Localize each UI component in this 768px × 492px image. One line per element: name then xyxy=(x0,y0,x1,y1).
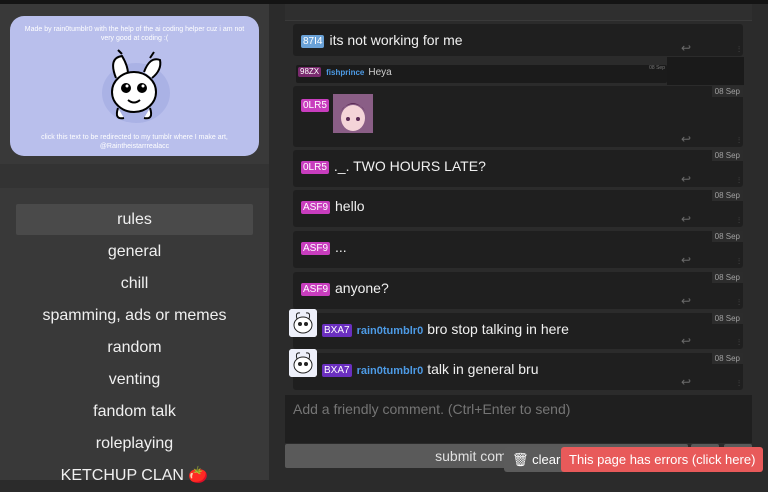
user-tag: 0LR5 xyxy=(301,99,329,112)
sidebar: Made by rain0tumblr0 with the help of th… xyxy=(0,4,269,484)
channel-roleplaying[interactable]: roleplaying xyxy=(16,428,253,459)
avatar[interactable] xyxy=(289,309,317,337)
timestamp: 08 Sep xyxy=(711,150,743,161)
user-tag: ASF9 xyxy=(301,201,331,214)
user-tag: BXA7 xyxy=(322,364,352,377)
reply-icon[interactable]: ↩ xyxy=(681,172,691,186)
banner-credit-text: Made by rain0tumblr0 with the help of th… xyxy=(24,26,245,42)
message: BXA7 rain0tumblr0 talk in general bru 08 S… xyxy=(293,353,743,390)
avatar[interactable] xyxy=(289,349,317,377)
message-text: its not working for me xyxy=(329,32,463,48)
message: BXA7 rain0tumblr0 bro stop talking in here… xyxy=(293,313,743,349)
attached-image[interactable] xyxy=(333,94,373,133)
quoted-message: 98ZX fishprince Heya 08 Sep xyxy=(296,65,667,83)
message: ASF9... 08 Sep ↩ ⫶ xyxy=(293,231,743,268)
message: 0LR5 08 Sep ↩ ⫶ xyxy=(293,86,743,147)
anime-avatar-icon xyxy=(333,94,373,133)
reply-icon[interactable]: ↩ xyxy=(681,375,691,389)
mascot-icon xyxy=(102,49,170,123)
timestamp: 08 Sep xyxy=(711,353,743,364)
channel-list: rules general chill spamming, ads or mem… xyxy=(16,204,253,492)
quote-gap xyxy=(667,57,744,85)
reply-icon[interactable]: ↩ xyxy=(681,212,691,226)
message: ASF9 hello 08 Sep ↩ ⫶ xyxy=(293,190,743,227)
user-tag: 0LR5 xyxy=(301,161,329,174)
channel-rules[interactable]: rules xyxy=(16,204,253,235)
message-text: bro stop talking in here xyxy=(427,321,569,337)
timestamp: 08 Sep xyxy=(711,272,743,283)
username-link[interactable]: rain0tumblr0 xyxy=(357,365,424,377)
reply-icon[interactable]: ↩ xyxy=(681,294,691,308)
more-icon[interactable]: ⫶ xyxy=(738,136,740,146)
page-errors-button[interactable]: This page has errors (click here) xyxy=(561,447,764,472)
timestamp: 08 Sep xyxy=(711,231,743,242)
message: 0LR5 ._. TWO HOURS LATE? 08 Sep ↩ ⫶ xyxy=(293,150,743,187)
channel-fandom-talk[interactable]: fandom talk xyxy=(16,396,253,427)
channel-ketchup-clan[interactable]: KETCHUP CLAN 🍅 xyxy=(16,460,253,491)
message-text: ._. TWO HOURS LATE? xyxy=(333,158,486,174)
comment-input[interactable] xyxy=(285,395,752,443)
reply-icon[interactable]: ↩ xyxy=(681,334,691,348)
timestamp: 08 Sep xyxy=(711,313,743,324)
user-tag: 98ZX xyxy=(298,67,322,77)
message: ASF9 anyone? 08 Sep ↩ ⫶ xyxy=(293,272,743,309)
more-icon[interactable]: ⫶ xyxy=(738,216,740,226)
message-text: Heya xyxy=(368,67,392,78)
message: 87I4 its not working for me ↩ ⫶ xyxy=(293,24,743,56)
user-tag: BXA7 xyxy=(322,324,352,337)
message-text: talk in general bru xyxy=(427,361,539,377)
tumblr-link[interactable]: click this text to be redirected to my t… xyxy=(20,133,249,151)
channel-spamming[interactable]: spamming, ads or memes xyxy=(16,300,253,331)
username-link[interactable]: rain0tumblr0 xyxy=(357,325,424,337)
channel-random[interactable]: random xyxy=(16,332,253,363)
reply-icon[interactable]: ↩ xyxy=(681,132,691,146)
reply-icon[interactable]: ↩ xyxy=(681,253,691,267)
more-icon[interactable]: ⫶ xyxy=(738,338,740,348)
chat-header xyxy=(285,4,752,21)
channel-venting[interactable]: venting xyxy=(16,364,253,395)
clear-button[interactable]: 🗑 clear xyxy=(504,447,569,472)
more-icon[interactable]: ⫶ xyxy=(738,176,740,186)
more-icon[interactable]: ⫶ xyxy=(738,379,740,389)
mascot-avatar-icon xyxy=(289,349,317,377)
timestamp: 08 Sep xyxy=(711,190,743,201)
reply-icon[interactable]: ↩ xyxy=(681,41,691,55)
creator-banner: Made by rain0tumblr0 with the help of th… xyxy=(10,16,259,156)
timestamp: 08 Sep xyxy=(711,86,743,97)
message-text: anyone? xyxy=(335,280,389,296)
sidebar-divider xyxy=(0,164,269,188)
timestamp: 08 Sep xyxy=(649,65,665,71)
more-icon[interactable]: ⫶ xyxy=(738,45,740,55)
channel-general[interactable]: general xyxy=(16,236,253,267)
channel-chill[interactable]: chill xyxy=(16,268,253,299)
message-text: hello xyxy=(335,198,365,214)
message-text: ... xyxy=(335,239,347,255)
mascot-avatar-icon xyxy=(289,309,317,337)
username-link[interactable]: fishprince xyxy=(326,68,364,77)
user-tag: 87I4 xyxy=(301,35,325,48)
more-icon[interactable]: ⫶ xyxy=(738,257,740,267)
more-icon[interactable]: ⫶ xyxy=(738,298,740,308)
user-tag: ASF9 xyxy=(301,283,331,296)
user-tag: ASF9 xyxy=(301,242,331,255)
